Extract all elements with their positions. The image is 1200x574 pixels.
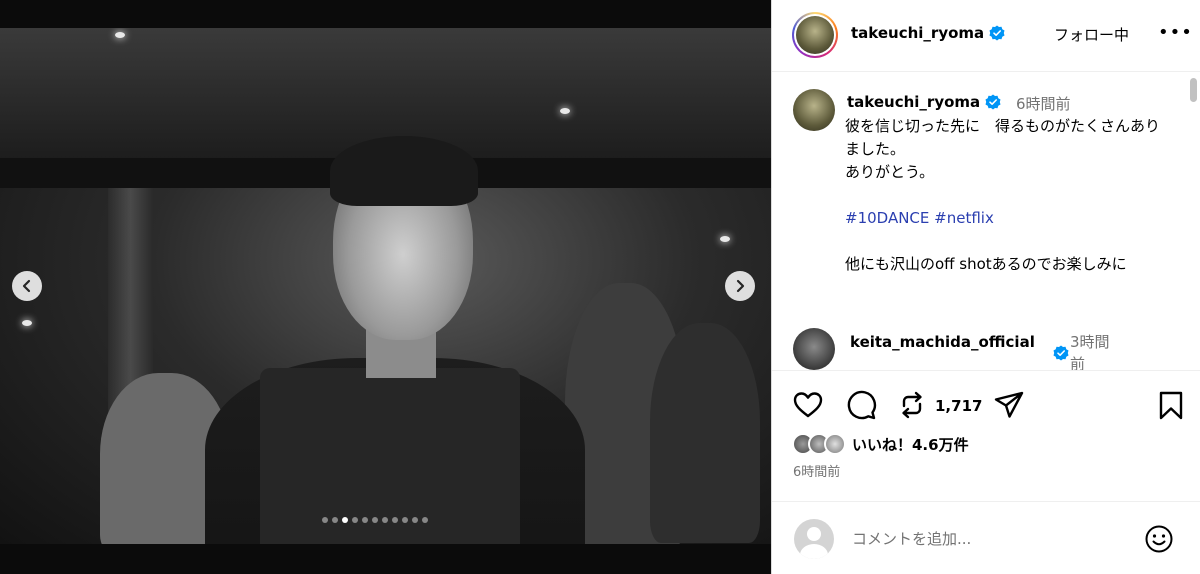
carousel-dot xyxy=(412,517,418,523)
caption-timestamp: 6時間前 xyxy=(1016,95,1071,113)
verified-badge-icon xyxy=(1053,345,1069,361)
carousel-dot xyxy=(332,517,338,523)
carousel-dot xyxy=(322,517,328,523)
photo-lamp xyxy=(22,320,32,326)
paper-plane-icon xyxy=(994,391,1024,418)
verified-badge-icon xyxy=(985,94,1001,110)
author-avatar[interactable] xyxy=(792,12,838,58)
repost-count: 1,717 xyxy=(935,397,983,415)
photo-crowd-person xyxy=(650,323,760,543)
photo-subject-hair xyxy=(330,136,478,206)
carousel-dot xyxy=(362,517,368,523)
comment-button[interactable] xyxy=(845,389,877,421)
commenter-avatar[interactable] xyxy=(793,328,835,370)
caption-hashtags[interactable]: #10DANCE #netflix xyxy=(845,209,994,227)
carousel-dot xyxy=(422,517,428,523)
carousel-indicator xyxy=(322,517,428,523)
chevron-right-icon xyxy=(736,279,745,293)
caption-author-avatar[interactable] xyxy=(793,89,835,131)
following-button[interactable]: フォロー中 xyxy=(1054,24,1129,45)
caption-author-username-text[interactable]: takeuchi_ryoma xyxy=(847,93,980,111)
comment-timestamp: 3時間前 xyxy=(1070,333,1110,370)
post-header: takeuchi_ryoma フォロー中 ••• xyxy=(772,0,1200,72)
save-button[interactable] xyxy=(1155,389,1187,421)
post-sidebar: takeuchi_ryoma フォロー中 ••• takeuchi_ryoma … xyxy=(771,0,1200,574)
carousel-next-button[interactable] xyxy=(725,271,755,301)
repost-icon xyxy=(902,391,922,419)
repost-button[interactable] xyxy=(896,389,928,421)
share-button[interactable] xyxy=(993,389,1025,421)
like-button[interactable] xyxy=(792,389,824,421)
carousel-dot xyxy=(392,517,398,523)
author-username[interactable]: takeuchi_ryoma xyxy=(851,24,1005,42)
current-user-avatar xyxy=(794,519,834,559)
more-options-button[interactable]: ••• xyxy=(1158,22,1193,43)
photo-lamp xyxy=(560,108,570,114)
verified-badge-icon xyxy=(989,25,1005,41)
carousel-dot xyxy=(382,517,388,523)
caption-author-username[interactable]: takeuchi_ryoma xyxy=(847,93,1001,111)
comment-icon xyxy=(847,390,877,420)
liker-avatar xyxy=(824,433,846,455)
commenter-username[interactable]: keita_machida_official xyxy=(850,331,1046,353)
chevron-left-icon xyxy=(22,279,31,293)
likes-count[interactable]: いいね！4.6万件 xyxy=(852,434,969,455)
carousel-dot xyxy=(402,517,408,523)
smiley-icon[interactable] xyxy=(1144,524,1174,554)
carousel-dot xyxy=(372,517,378,523)
carousel-prev-button[interactable] xyxy=(12,271,42,301)
carousel-dot xyxy=(342,517,348,523)
bookmark-icon xyxy=(1159,391,1183,420)
carousel-dot xyxy=(352,517,358,523)
caption-text: 彼を信じ切った先に 得るものがたくさんありました。 ありがとう。 #10DANC… xyxy=(845,115,1165,276)
heart-icon xyxy=(793,392,823,418)
photo-lamp xyxy=(115,32,125,38)
caption-body: 彼を信じ切った先に 得るものがたくさんありました。 ありがとう。 xyxy=(845,117,1161,181)
photo-lamp xyxy=(720,236,730,242)
scrollbar-thumb[interactable] xyxy=(1190,78,1197,102)
post-photo xyxy=(0,28,771,544)
comments-list[interactable]: takeuchi_ryoma 6時間前 彼を信じ切った先に 得るものがたくさんあ… xyxy=(772,73,1200,370)
post-media-panel xyxy=(0,0,771,574)
comments-scrollbar[interactable] xyxy=(1189,78,1197,366)
caption-body-2: 他にも沢山のoff shotあるのでお楽しみに xyxy=(845,255,1127,273)
author-username-text[interactable]: takeuchi_ryoma xyxy=(851,24,984,42)
likes-summary[interactable]: いいね！4.6万件 xyxy=(792,430,969,458)
add-comment-bar xyxy=(772,501,1200,574)
post-timestamp[interactable]: 6時間前 xyxy=(793,461,840,480)
comment-input[interactable] xyxy=(852,526,1142,552)
